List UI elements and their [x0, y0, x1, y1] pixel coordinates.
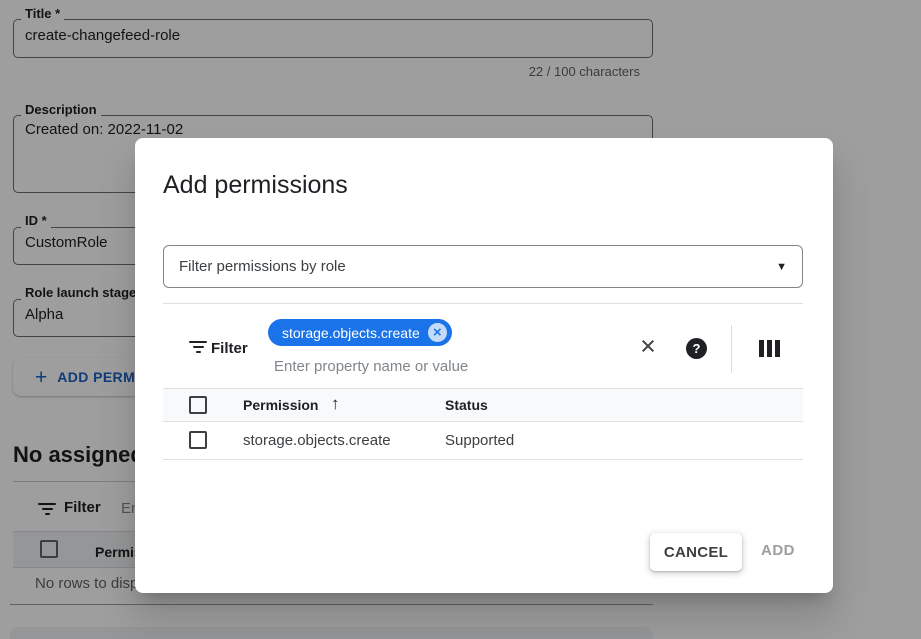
- toolbar-top-divider: [163, 303, 803, 304]
- column-display-icon[interactable]: [759, 340, 780, 357]
- filter-permissions-by-role-dropdown[interactable]: Filter permissions by role ▼: [163, 245, 803, 288]
- filter-icon: [189, 341, 207, 355]
- filter-chip[interactable]: storage.objects.create ×: [268, 319, 452, 346]
- clear-filter-icon[interactable]: ×: [633, 331, 663, 361]
- add-button[interactable]: ADD: [761, 542, 795, 559]
- help-icon[interactable]: ?: [686, 338, 707, 359]
- row-status-cell: Supported: [445, 432, 514, 449]
- role-dropdown-placeholder: Filter permissions by role: [179, 258, 776, 275]
- cancel-button[interactable]: CANCEL: [650, 533, 742, 571]
- chip-close-icon[interactable]: ×: [428, 323, 447, 342]
- dialog-title: Add permissions: [163, 171, 348, 200]
- modal-filter-input[interactable]: Enter property name or value: [274, 358, 468, 375]
- add-permissions-dialog: Add permissions Filter permissions by ro…: [135, 138, 833, 593]
- permission-column-header[interactable]: Permission: [243, 397, 318, 413]
- row-permission-cell: storage.objects.create: [243, 432, 391, 449]
- modal-filter-label: Filter: [211, 340, 248, 357]
- toolbar-vertical-divider: [731, 325, 732, 373]
- table-row-divider: [163, 459, 803, 460]
- select-all-checkbox[interactable]: [189, 396, 207, 414]
- chevron-down-icon: ▼: [776, 261, 787, 273]
- status-column-header[interactable]: Status: [445, 397, 488, 413]
- row-checkbox[interactable]: [189, 431, 207, 449]
- filter-chip-label: storage.objects.create: [282, 325, 420, 341]
- sort-ascending-icon[interactable]: ↑: [331, 394, 340, 414]
